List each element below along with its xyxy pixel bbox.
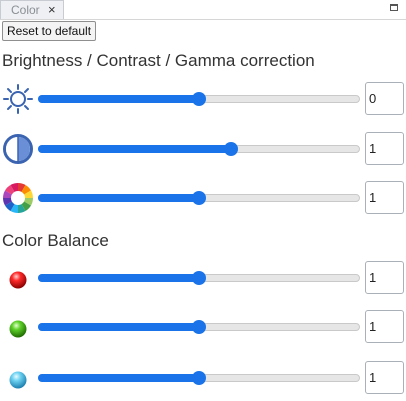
contrast-slider[interactable]	[38, 142, 360, 156]
gamma-row	[0, 180, 406, 216]
contrast-slider-fill	[38, 145, 231, 153]
gamma-slider-fill	[38, 194, 199, 202]
blue-slider-fill	[38, 374, 199, 382]
brightness-slider[interactable]	[38, 92, 360, 106]
sun-icon	[3, 84, 33, 114]
red-input[interactable]	[365, 261, 404, 294]
brightness-slider-fill	[38, 95, 199, 103]
blue-slider-thumb[interactable]	[192, 371, 206, 385]
green-ball-icon	[9, 320, 27, 338]
red-row	[0, 260, 406, 296]
green-slider-fill	[38, 323, 199, 331]
tab-bar: Color ×	[0, 0, 406, 20]
blue-input[interactable]	[365, 361, 404, 394]
green-slider[interactable]	[38, 320, 360, 334]
brightness-row	[0, 81, 406, 117]
red-slider[interactable]	[38, 271, 360, 285]
maximize-icon[interactable]	[390, 4, 398, 11]
green-row	[0, 309, 406, 345]
red-slider-fill	[38, 274, 199, 282]
reset-to-default-button[interactable]: Reset to default	[2, 21, 96, 41]
blue-row	[0, 360, 406, 396]
tab-color[interactable]: Color ×	[0, 0, 64, 19]
contrast-icon	[3, 134, 33, 164]
contrast-input[interactable]	[365, 132, 404, 165]
gamma-slider[interactable]	[38, 191, 360, 205]
close-icon[interactable]: ×	[48, 2, 56, 17]
brightness-section-title: Brightness / Contrast / Gamma correction	[2, 51, 315, 70]
red-slider-thumb[interactable]	[192, 271, 206, 285]
green-input[interactable]	[365, 310, 404, 343]
blue-ball-icon	[9, 371, 27, 389]
red-ball-icon	[9, 271, 27, 289]
gamma-input[interactable]	[365, 181, 404, 214]
color-balance-section-title: Color Balance	[2, 231, 109, 250]
blue-slider[interactable]	[38, 371, 360, 385]
color-wheel-icon	[3, 183, 33, 213]
contrast-slider-thumb[interactable]	[224, 142, 238, 156]
contrast-row	[0, 131, 406, 167]
brightness-slider-thumb[interactable]	[192, 92, 206, 106]
gamma-slider-thumb[interactable]	[192, 191, 206, 205]
brightness-input[interactable]	[365, 82, 404, 115]
green-slider-thumb[interactable]	[192, 320, 206, 334]
tab-label: Color	[11, 3, 40, 17]
